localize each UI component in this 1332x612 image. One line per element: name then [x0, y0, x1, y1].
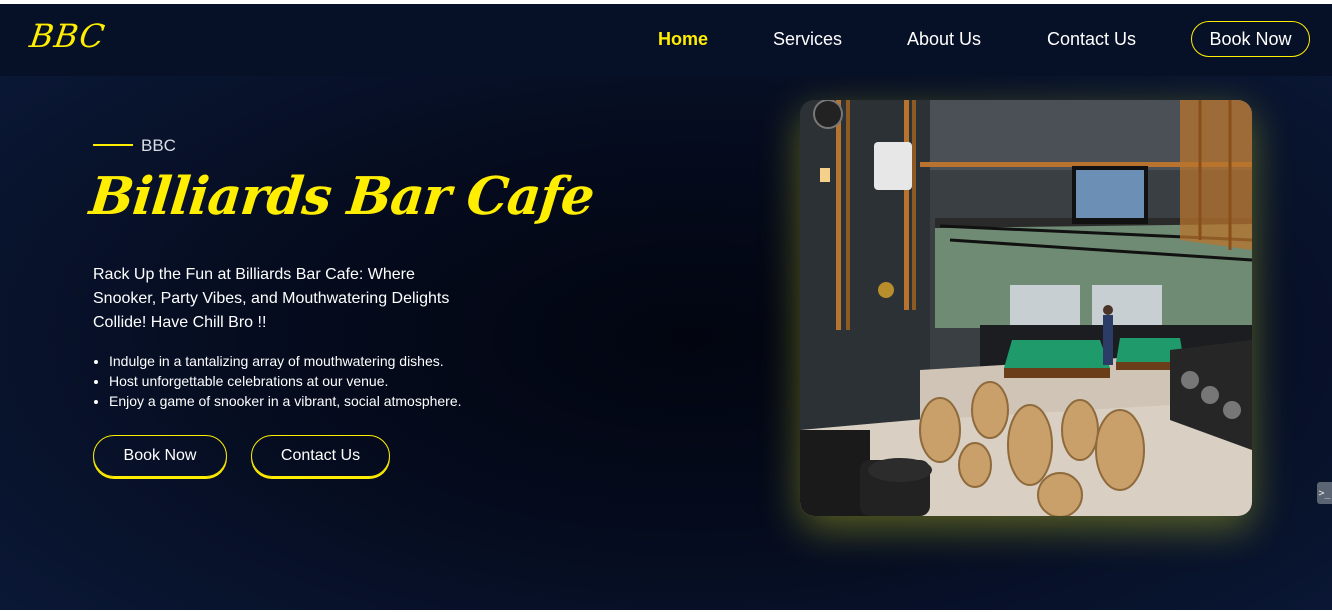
contact-us-button[interactable]: Contact Us: [251, 435, 390, 477]
top-nav-bar: BBC Home Services About Us Contact Us Bo…: [0, 4, 1332, 76]
feature-item: Indulge in a tantalizing array of mouthw…: [109, 351, 462, 371]
hero-title: Billiards Bar Cafe: [86, 166, 597, 227]
nav-home-link[interactable]: Home: [658, 29, 708, 50]
page: BBC Home Services About Us Contact Us Bo…: [0, 4, 1332, 610]
book-now-button[interactable]: Book Now: [93, 435, 227, 477]
cafe-interior-photo: [800, 100, 1252, 516]
feature-item: Host unforgettable celebrations at our v…: [109, 371, 462, 391]
nav-services-link[interactable]: Services: [773, 29, 842, 50]
side-panel-toggle[interactable]: >_: [1317, 482, 1332, 504]
nav-contact-link[interactable]: Contact Us: [1047, 29, 1136, 50]
feature-list: Indulge in a tantalizing array of mouthw…: [93, 351, 462, 411]
hero-tagline: Rack Up the Fun at Billiards Bar Cafe: W…: [93, 266, 450, 331]
eyebrow-divider: [93, 144, 133, 146]
nav-book-now-button[interactable]: Book Now: [1191, 21, 1310, 57]
hero-eyebrow: BBC: [141, 136, 176, 155]
site-logo[interactable]: BBC: [27, 17, 107, 55]
feature-item: Enjoy a game of snooker in a vibrant, so…: [109, 391, 462, 411]
nav-about-link[interactable]: About Us: [907, 29, 981, 50]
